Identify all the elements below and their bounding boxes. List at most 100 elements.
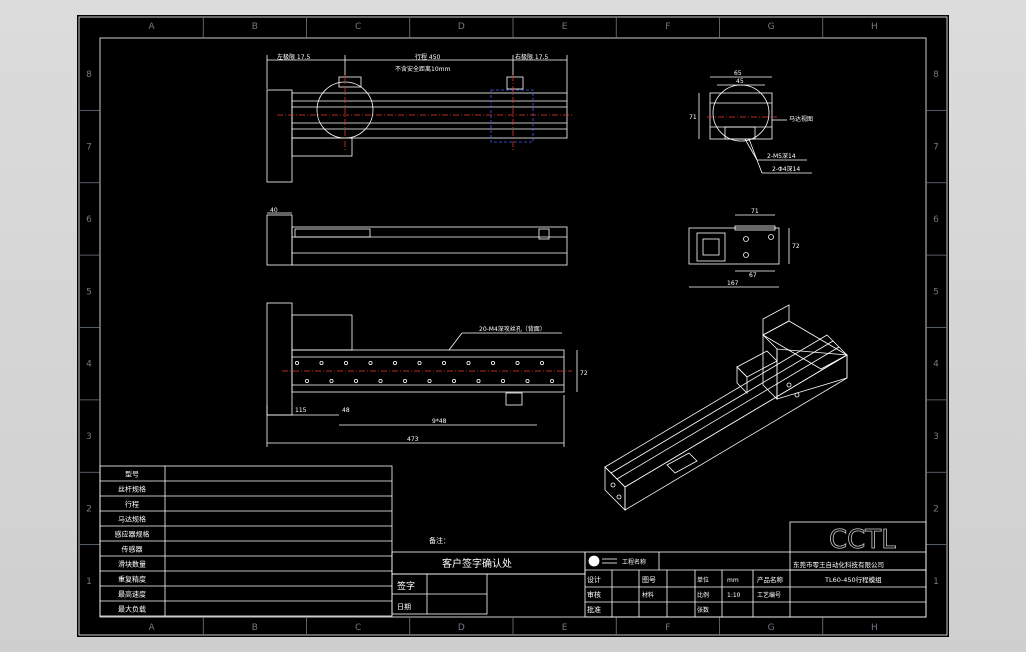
grid-row-label-5-left: 5 bbox=[86, 287, 92, 297]
spec-row-label: 重复精度 bbox=[118, 575, 146, 584]
unit-value: mm bbox=[727, 577, 739, 584]
grid-row-label-2-right: 2 bbox=[933, 504, 939, 514]
spec-row-label: 丝杆规格 bbox=[118, 485, 146, 494]
dim-bottom-height: 72 bbox=[580, 370, 588, 377]
dim-end2-top: 71 bbox=[751, 208, 759, 215]
hole-bottom bbox=[329, 378, 334, 383]
dim-bottom-c: 9*48 bbox=[432, 418, 447, 425]
sign-label: 签字 bbox=[397, 580, 415, 592]
dim-bottom-a: 115 bbox=[295, 407, 307, 414]
bottom-holes bbox=[294, 360, 554, 383]
spec-row-label: 型号 bbox=[125, 470, 139, 479]
product-name: TL60-450行程模组 bbox=[824, 575, 882, 584]
end-view-2 bbox=[688, 214, 790, 288]
spec-row-label: 滑块数量 bbox=[118, 560, 146, 569]
spec-row-label: 传感器 bbox=[122, 545, 143, 554]
grid-col-label-H-top: H bbox=[871, 22, 878, 32]
hole-bottom bbox=[378, 378, 383, 383]
approve-label: 批准 bbox=[587, 605, 601, 614]
date-label: 日期 bbox=[397, 603, 411, 611]
dim-end-top1: 65 bbox=[734, 70, 742, 77]
note-hole-m5: 2-M5深14 bbox=[767, 152, 796, 160]
hole-top bbox=[466, 360, 471, 365]
dim-end2-total: 167 bbox=[727, 280, 739, 287]
hole-top bbox=[319, 360, 324, 365]
hole-bottom bbox=[427, 378, 432, 383]
signature-title: 客户签字确认处 bbox=[442, 557, 512, 570]
hole-top bbox=[515, 360, 520, 365]
hole-bottom bbox=[500, 378, 505, 383]
hole-top bbox=[368, 360, 373, 365]
hole-bottom bbox=[304, 378, 309, 383]
sheet-label: 张数 bbox=[697, 606, 709, 614]
grid-row-label-8-left: 8 bbox=[86, 70, 92, 80]
hole-top bbox=[343, 360, 348, 365]
scale-value: 1:10 bbox=[727, 592, 741, 599]
spec-table: 型号丝杆规格行程马达规格感应器规格传感器滑块数量重复精度最高速度最大负载 bbox=[99, 465, 393, 617]
grid-row-label-4-left: 4 bbox=[86, 360, 92, 370]
hole-bottom bbox=[525, 378, 530, 383]
hole-top bbox=[392, 360, 397, 365]
logo-text: CCTL bbox=[829, 525, 896, 555]
bottom-view bbox=[266, 302, 578, 447]
drawing-sheet[interactable]: AABBCCDDEEFFGGHH8877665544332211 左极限 17.… bbox=[77, 15, 949, 637]
front-view bbox=[266, 55, 572, 183]
grid-col-label-E-bottom: E bbox=[562, 623, 568, 633]
grid-col-label-G-top: G bbox=[768, 22, 775, 32]
drawing-canvas: AABBCCDDEEFFGGHH8877665544332211 bbox=[78, 16, 948, 636]
grid-row-label-8-right: 8 bbox=[933, 70, 939, 80]
grid-row-label-7-left: 7 bbox=[86, 143, 92, 153]
spec-row-label: 行程 bbox=[125, 500, 139, 509]
product-label: 产品名称 bbox=[757, 575, 784, 584]
grid-col-label-B-bottom: B bbox=[252, 623, 258, 633]
spec-row-label: 最高速度 bbox=[118, 590, 146, 599]
isometric-view bbox=[604, 304, 848, 511]
grid-row-label-1-right: 1 bbox=[933, 577, 939, 587]
side-view bbox=[266, 212, 568, 266]
dim-right-limit: 右极限 17.5 bbox=[515, 53, 548, 61]
grid-col-label-D-bottom: D bbox=[458, 623, 465, 633]
spec-row-label: 感应器规格 bbox=[115, 530, 150, 539]
dim-bottom-b: 48 bbox=[342, 407, 350, 414]
dim-safety-note: 不含安全距离10mm bbox=[395, 65, 450, 73]
spec-row-label: 马达规格 bbox=[118, 515, 146, 524]
cad-viewport[interactable]: AABBCCDDEEFFGGHH8877665544332211 左极限 17.… bbox=[0, 0, 1026, 652]
grid-row-label-5-right: 5 bbox=[933, 287, 939, 297]
unit-label: 单位 bbox=[697, 576, 709, 584]
grid-row-label-6-left: 6 bbox=[86, 215, 92, 225]
hole-top bbox=[441, 360, 446, 365]
hole-bottom bbox=[402, 378, 407, 383]
grid-col-label-A-bottom: A bbox=[149, 623, 156, 633]
note-motor-view: 马达视图 bbox=[789, 115, 813, 123]
grid-row-label-1-left: 1 bbox=[86, 577, 92, 587]
hole-top bbox=[490, 360, 495, 365]
grid-col-label-F-top: F bbox=[665, 22, 670, 32]
hole-bottom bbox=[476, 378, 481, 383]
material-label: 材料 bbox=[642, 591, 654, 599]
company-name: 东莞市零王自动化科技有限公司 bbox=[793, 560, 884, 569]
dim-stroke: 行程 450 bbox=[415, 53, 441, 61]
grid-col-label-E-top: E bbox=[562, 22, 568, 32]
project-label: 工程名称 bbox=[622, 558, 646, 566]
grid-col-label-C-bottom: C bbox=[355, 623, 361, 633]
grid-row-label-3-right: 3 bbox=[933, 432, 939, 442]
hole-bottom bbox=[353, 378, 358, 383]
note-hole-phi4: 2-Φ4深14 bbox=[772, 165, 800, 173]
hole-bottom bbox=[451, 378, 456, 383]
grid-col-label-B-top: B bbox=[252, 22, 258, 32]
check-label: 审核 bbox=[587, 590, 601, 599]
hole-bottom bbox=[549, 378, 554, 383]
note-bottom-holes: 20-M4深攻丝孔（背面） bbox=[479, 325, 546, 333]
design-label: 设计 bbox=[587, 575, 601, 584]
hole-top bbox=[294, 360, 299, 365]
remark-label: 备注： bbox=[429, 536, 450, 545]
dim-end-left: 71 bbox=[689, 114, 697, 121]
grid-col-label-A-top: A bbox=[149, 22, 156, 32]
dim-bottom-total: 473 bbox=[407, 436, 419, 443]
dim-end2-bottom: 67 bbox=[749, 272, 757, 279]
spec-row-label: 最大负载 bbox=[118, 605, 146, 614]
grid-col-label-D-top: D bbox=[458, 22, 465, 32]
grid-col-label-C-top: C bbox=[355, 22, 361, 32]
grid-col-label-F-bottom: F bbox=[665, 623, 670, 633]
grid-row-label-4-right: 4 bbox=[933, 360, 939, 370]
